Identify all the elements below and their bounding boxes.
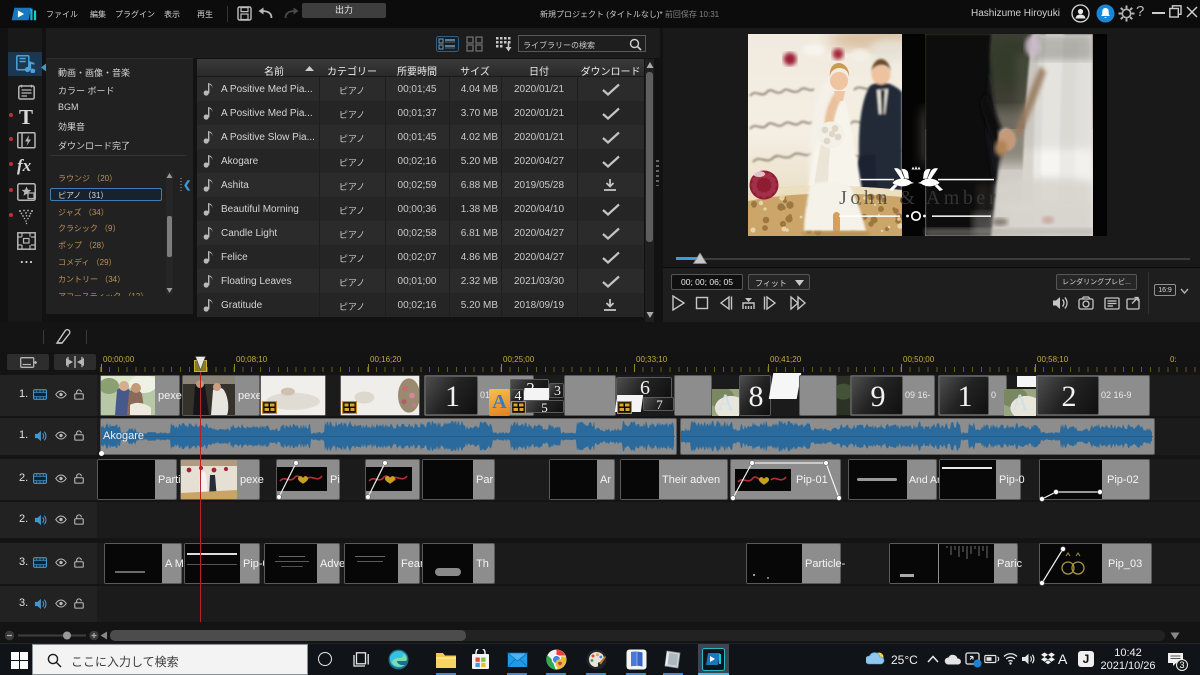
svg-text:A: A [717,390,734,415]
svg-text:John & Amber: John & Amber [839,187,999,209]
svg-text:A: A [1012,390,1029,415]
